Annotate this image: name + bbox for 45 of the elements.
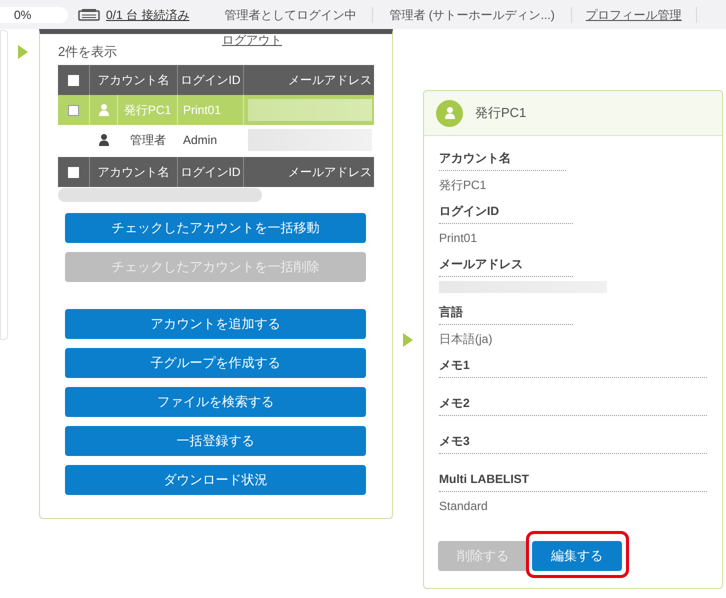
person-icon xyxy=(98,104,108,116)
table-cell-text: 管理者 xyxy=(130,132,166,149)
expand-arrow-icon[interactable] xyxy=(403,333,413,347)
table-cell-text: 発行PC1 xyxy=(124,102,172,119)
column-header[interactable]: ログインID xyxy=(180,163,240,181)
table-cell-text: Admin xyxy=(183,132,218,149)
field-label: ログインID xyxy=(439,202,573,224)
column-header[interactable]: ログインID xyxy=(180,71,240,89)
login-status-text: 管理者としてログイン中 xyxy=(224,6,356,24)
action-button[interactable]: 編集する xyxy=(532,541,622,571)
field-value: 発行PC1 xyxy=(439,177,488,194)
column-header[interactable]: メールアドレス xyxy=(288,71,372,89)
field-label: アカウント名 xyxy=(439,149,566,171)
field-label: メールアドレス xyxy=(439,255,573,277)
profile-link[interactable]: プロフィール管理 xyxy=(586,6,682,24)
table-cell-text: Print01 xyxy=(183,102,222,119)
user-name-text: 管理者 (サトーホールディン...) xyxy=(389,6,555,24)
action-button[interactable]: ファイルを検索する xyxy=(65,387,366,417)
action-button[interactable]: ダウンロード状況 xyxy=(65,465,366,495)
column-header[interactable]: アカウント名 xyxy=(98,163,170,181)
field-label: メモ2 xyxy=(439,394,707,416)
field-label: 言語 xyxy=(439,303,573,325)
logout-link[interactable]: ログアウト xyxy=(222,31,282,49)
action-button[interactable]: 一括登録する xyxy=(65,426,366,456)
action-button[interactable]: チェックしたアカウントを一括移動 xyxy=(65,213,366,243)
field-value: Standard xyxy=(439,498,489,515)
expand-arrow-icon[interactable] xyxy=(18,45,28,59)
printer-icon xyxy=(78,8,100,22)
result-count-text: 2件を表示 xyxy=(58,43,118,61)
field-label: メモ1 xyxy=(439,356,707,378)
connection-status-link[interactable]: 0/1 台 接続済み xyxy=(106,6,190,24)
panel-title: 発行PC1 xyxy=(475,104,526,122)
action-button[interactable]: アカウントを追加する xyxy=(65,309,366,339)
scrollbar[interactable] xyxy=(58,188,262,202)
field-label: メモ3 xyxy=(439,432,707,454)
column-header[interactable]: メールアドレス xyxy=(288,163,372,181)
progress-indicator: 0% xyxy=(0,6,68,22)
field-label: Multi LABELIST xyxy=(439,470,707,492)
avatar-icon xyxy=(436,100,463,126)
field-value: Print01 xyxy=(439,230,478,247)
checkbox[interactable] xyxy=(68,104,79,116)
person-icon xyxy=(99,134,109,146)
field-value: 日本語(ja) xyxy=(439,331,494,348)
column-header[interactable]: アカウント名 xyxy=(98,71,170,89)
action-button[interactable]: 子グループを作成する xyxy=(65,348,366,378)
